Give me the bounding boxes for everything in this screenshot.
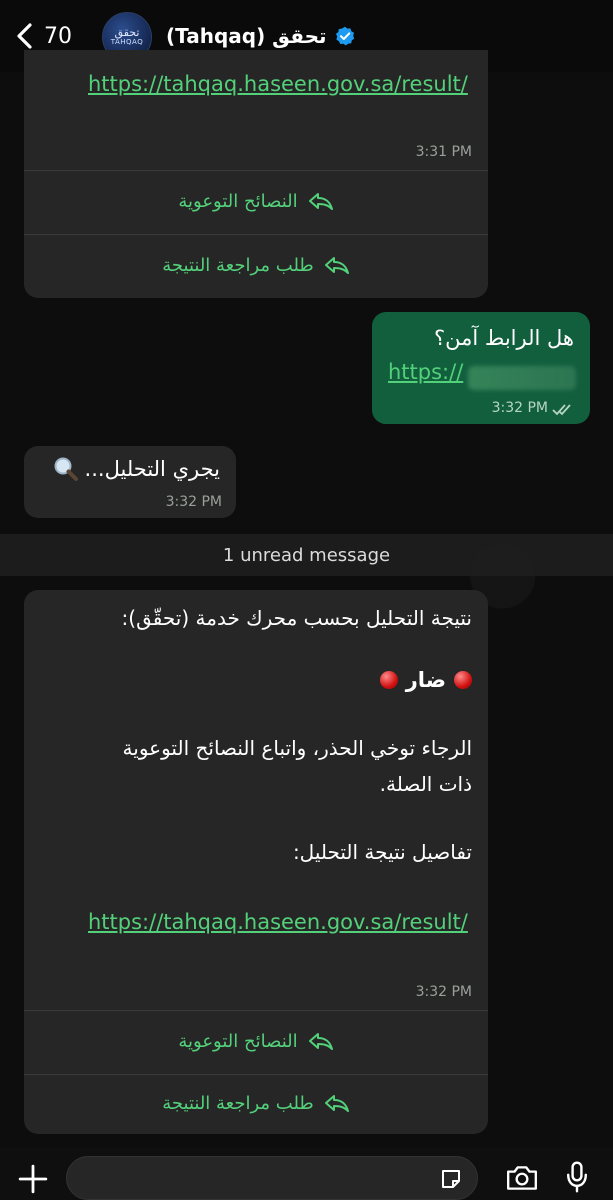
message-text: يجري التحليل... (53, 456, 220, 482)
plus-icon[interactable] (18, 1164, 48, 1194)
result-link[interactable]: https://tahqaq.haseen.gov.sa/result/ (88, 72, 468, 96)
awareness-tips-button[interactable]: النصائح التوعوية (24, 1010, 488, 1072)
message-bubble-incoming[interactable]: نتيجة التحليل بحسب محرك خدمة (تحقّق): ضا… (24, 590, 488, 1134)
unread-separator: 1 unread message (0, 534, 613, 576)
result-title: نتيجة التحليل بحسب محرك خدمة (تحقّق): (121, 606, 472, 630)
message-bubble-outgoing[interactable]: هل الرابط آمن؟ https:// 3:32 PM (372, 312, 590, 424)
message-link[interactable]: https:// (388, 360, 463, 384)
double-check-icon (552, 404, 571, 416)
contact-name-row[interactable]: (Tahqaq) تحقق (166, 24, 355, 48)
camera-icon[interactable] (505, 1164, 539, 1192)
result-link[interactable]: https://tahqaq.haseen.gov.sa/result/ (88, 910, 468, 934)
message-bubble-incoming[interactable]: https://tahqaq.haseen.gov.sa/result/ 3:3… (24, 50, 488, 298)
request-review-button[interactable]: طلب مراجعة النتيجة (24, 1074, 488, 1132)
warning-line-2: ذات الصلة. (379, 772, 472, 796)
reply-arrow-icon (308, 1033, 333, 1050)
verdict-row: ضار (379, 668, 472, 692)
sticker-icon[interactable] (439, 1167, 463, 1191)
action-label: طلب مراجعة النتيجة (162, 1092, 314, 1114)
verified-badge-icon (335, 26, 354, 46)
warning-line-1: الرجاء توخي الحذر، واتباع النصائح التوعو… (122, 736, 472, 760)
unread-label: 1 unread message (222, 544, 391, 566)
action-label: النصائح التوعوية (178, 1030, 298, 1052)
redacted-link (468, 366, 576, 390)
reply-arrow-icon (308, 193, 333, 210)
verdict-label: ضار (405, 668, 446, 692)
contact-name: (Tahqaq) تحقق (166, 24, 327, 48)
unread-count: 70 (44, 23, 72, 49)
analyzing-text: يجري التحليل... (84, 457, 220, 481)
avatar-text-en: TAHQAQ (110, 38, 144, 46)
chevron-left-icon (17, 23, 32, 49)
back-button[interactable]: 70 (14, 22, 72, 50)
action-label: النصائح التوعوية (178, 190, 298, 212)
message-text: هل الرابط آمن؟ (434, 326, 574, 350)
action-label: طلب مراجعة النتيجة (162, 254, 314, 276)
microphone-icon[interactable] (566, 1160, 588, 1194)
request-review-button[interactable]: طلب مراجعة النتيجة (24, 234, 488, 296)
message-time: 3:31 PM (415, 144, 472, 160)
message-bubble-incoming[interactable]: يجري التحليل... 3:32 PM (24, 446, 236, 518)
red-circle-icon (379, 671, 398, 689)
magnifier-icon (54, 457, 78, 481)
details-label: تفاصيل نتيجة التحليل: (292, 840, 472, 864)
avatar-text-ar: تحقق (114, 26, 140, 39)
reply-arrow-icon (324, 1095, 349, 1112)
reply-arrow-icon (324, 257, 349, 274)
compose-bar (0, 1148, 613, 1200)
message-time: 3:32 PM (165, 494, 222, 510)
message-time: 3:32 PM (491, 400, 548, 416)
red-circle-icon (454, 671, 472, 689)
awareness-tips-button[interactable]: النصائح التوعوية (24, 170, 488, 232)
message-time: 3:32 PM (415, 984, 472, 1000)
message-input[interactable] (66, 1156, 478, 1200)
